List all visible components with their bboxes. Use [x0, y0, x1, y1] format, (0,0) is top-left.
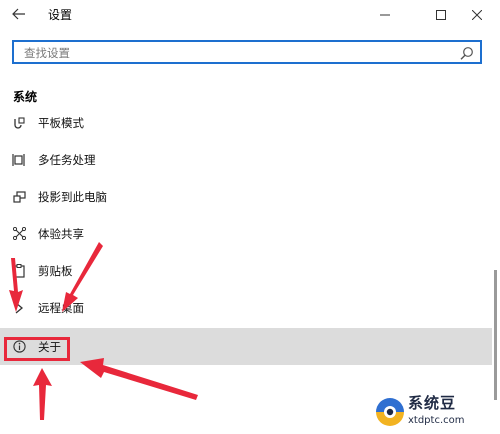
watermark: 系统豆 xtdptc.com: [372, 386, 500, 434]
shared-experiences-icon: [12, 227, 26, 241]
menu-item-project[interactable]: 投影到此电脑: [0, 178, 492, 215]
info-icon: [12, 340, 26, 354]
search-input[interactable]: [22, 42, 466, 64]
close-icon: [472, 10, 482, 20]
watermark-logo-icon: [376, 398, 404, 426]
remote-desktop-icon: [12, 301, 26, 315]
window-title: 设置: [48, 8, 73, 22]
menu-item-label: 关于: [38, 339, 61, 354]
back-button[interactable]: [8, 4, 30, 24]
title-bar: 设置: [0, 0, 500, 30]
clipboard-icon: [12, 263, 26, 278]
scrollbar-thumb[interactable]: [494, 270, 497, 400]
menu-item-clipboard[interactable]: 剪贴板: [0, 252, 492, 289]
search-box[interactable]: [12, 40, 482, 64]
minimize-button[interactable]: [362, 0, 408, 30]
menu-item-tablet-mode[interactable]: 平板模式: [0, 114, 492, 141]
section-title: 系统: [13, 90, 38, 104]
menu-item-label: 剪贴板: [38, 263, 73, 278]
menu-item-label: 体验共享: [38, 226, 84, 241]
maximize-icon: [436, 10, 446, 20]
menu-item-label: 多任务处理: [38, 152, 96, 167]
menu-item-label: 投影到此电脑: [38, 189, 107, 204]
menu-item-label: 远程桌面: [38, 300, 84, 315]
menu-item-remote-desktop[interactable]: 远程桌面: [0, 289, 492, 326]
search-icon[interactable]: [460, 45, 474, 64]
watermark-url: xtdptc.com: [408, 415, 465, 426]
multitasking-icon: [12, 153, 26, 167]
menu-item-shared-experiences[interactable]: 体验共享: [0, 215, 492, 252]
back-arrow-icon: [12, 8, 25, 20]
project-icon: [12, 190, 26, 204]
menu-item-about[interactable]: 关于: [0, 328, 492, 365]
close-button[interactable]: [454, 0, 500, 30]
watermark-title: 系统豆: [408, 394, 457, 412]
menu-item-multitasking[interactable]: 多任务处理: [0, 141, 492, 178]
menu-item-label: 平板模式: [38, 115, 84, 130]
tablet-mode-icon: [12, 116, 26, 130]
minimize-icon: [380, 14, 390, 16]
